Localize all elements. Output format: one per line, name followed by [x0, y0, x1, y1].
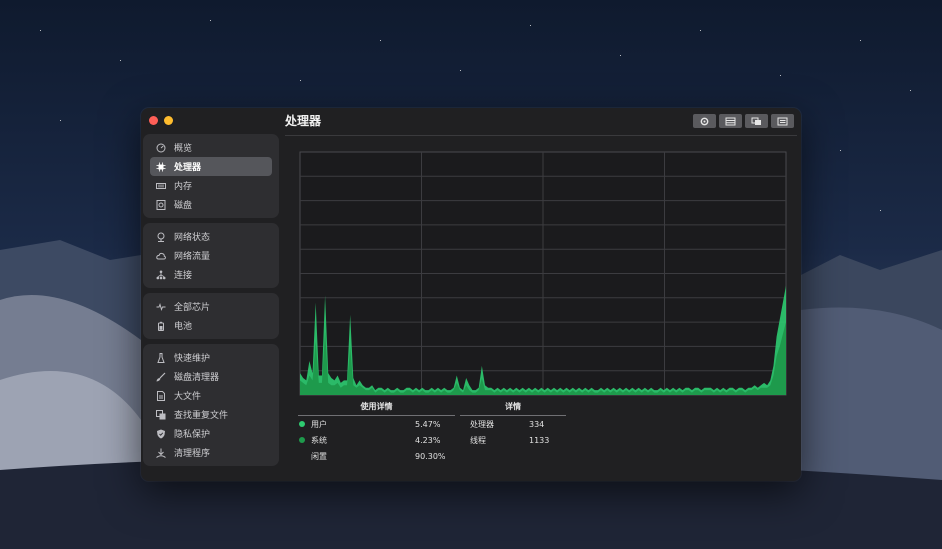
details-value: 334 [529, 419, 545, 429]
minimize-button[interactable] [164, 116, 173, 125]
usage-label: 用户 [311, 419, 327, 429]
broom-icon [156, 352, 166, 363]
page-title: 处理器 [285, 114, 322, 128]
memory-icon [156, 181, 166, 191]
sidebar-item-label: 查找重复文件 [174, 411, 229, 421]
sidebar-group: 全部芯片 电池 [143, 293, 279, 339]
cpu-chart-svg [299, 151, 787, 396]
usage-label: 闲置 [311, 451, 327, 461]
duplicate-icon [156, 409, 166, 420]
calendar-icon [725, 117, 736, 125]
details-title: 详情 [460, 401, 566, 416]
usage-row: 闲置 90.30% [298, 448, 455, 464]
pulse-icon [156, 302, 166, 312]
sidebar-item-label: 网络状态 [174, 233, 211, 243]
sidebar-item-label: 隐私保护 [174, 430, 211, 440]
usage-value: 5.47% [415, 419, 441, 429]
disk-icon [156, 199, 166, 210]
battery-icon [156, 321, 166, 331]
list-button[interactable] [771, 114, 794, 128]
sidebar-group: 快速维护磁盘清理器大文件查找重复文件 隐私保护清理程序 [143, 344, 279, 466]
usage-panel: 使用详情 用户 5.47% 系统 4.23% 闲置 90.30% [298, 401, 455, 464]
file-icon [156, 390, 166, 401]
legend-dot [299, 453, 305, 459]
calendar-button[interactable] [719, 114, 742, 128]
sidebar-item[interactable]: 概览 [150, 138, 272, 157]
legend-dot [299, 421, 305, 427]
shield-icon [156, 429, 166, 439]
close-button[interactable] [149, 116, 158, 125]
settings-icon [700, 117, 709, 125]
sidebar-item-label: 处理器 [174, 163, 202, 173]
sidebar-item[interactable]: 隐私保护 [150, 424, 272, 443]
usage-title: 使用详情 [298, 401, 455, 416]
sidebar-item[interactable]: 连接 [150, 265, 272, 284]
brush-icon [156, 372, 166, 382]
sidebar: 概览处理器内存磁盘网络状态网络流量连接全部芯片电池快速维护磁盘清理器大文件查找重… [143, 134, 279, 471]
sidebar-item[interactable]: 清理程序 [150, 443, 272, 462]
details-row: 线程 1133 [460, 432, 566, 448]
sidebar-item[interactable]: 大文件 [150, 386, 272, 405]
chart-grid [299, 151, 787, 396]
cpu-icon [156, 162, 166, 172]
details-label: 线程 [470, 435, 486, 445]
sidebar-group: 概览 处理器 内存 磁盘 [143, 134, 279, 218]
sidebar-item[interactable]: 磁盘清理器 [150, 367, 272, 386]
sidebar-item[interactable]: 处理器 [150, 157, 272, 176]
header: 处理器 [285, 111, 797, 136]
sidebar-item-label: 磁盘 [174, 201, 193, 211]
sidebar-item[interactable]: 快速维护 [150, 348, 272, 367]
legend-dot [299, 437, 305, 443]
sidebar-item[interactable]: 查找重复文件 [150, 405, 272, 424]
sidebar-item[interactable]: 网络状态 [150, 227, 272, 246]
usage-row: 用户 5.47% [298, 416, 455, 432]
connections-icon [156, 270, 166, 280]
sidebar-item-label: 网络流量 [174, 252, 211, 262]
uninstall-icon [156, 448, 166, 458]
cpu-chart [298, 148, 788, 397]
sidebar-group: 网络状态网络流量连接 [143, 223, 279, 288]
usage-value: 4.23% [415, 435, 441, 445]
sidebar-item-label: 快速维护 [174, 354, 211, 364]
details-label: 处理器 [470, 419, 494, 429]
details-value: 1133 [529, 435, 550, 445]
usage-value: 90.30% [415, 451, 446, 461]
sidebar-item[interactable]: 磁盘 [150, 195, 272, 214]
sidebar-item-label: 概览 [174, 144, 193, 154]
copy-button[interactable] [745, 114, 768, 128]
sidebar-item-label: 磁盘清理器 [174, 373, 220, 383]
details-panel: 详情 处理器 334 线程 1133 [460, 401, 566, 448]
toolbar [693, 114, 794, 128]
traffic-lights [149, 116, 173, 125]
sidebar-item-label: 清理程序 [174, 449, 211, 459]
usage-label: 系统 [311, 435, 327, 445]
settings-button[interactable] [693, 114, 716, 128]
details-row: 处理器 334 [460, 416, 566, 432]
sidebar-item-label: 连接 [174, 271, 193, 281]
sidebar-item[interactable]: 全部芯片 [150, 297, 272, 316]
copy-icon [751, 117, 761, 125]
sidebar-item-label: 大文件 [174, 392, 202, 402]
gauge-icon [156, 143, 166, 153]
sidebar-item-label: 全部芯片 [174, 303, 211, 313]
sidebar-item-label: 内存 [174, 182, 193, 192]
sidebar-item[interactable]: 电池 [150, 316, 272, 335]
sidebar-item[interactable]: 内存 [150, 176, 272, 195]
sidebar-item[interactable]: 网络流量 [150, 246, 272, 265]
sidebar-item-label: 电池 [174, 322, 193, 332]
usage-row: 系统 4.23% [298, 432, 455, 448]
cloud-icon [156, 251, 166, 261]
app-window: 概览 处理器 内存 磁盘 网络状态 网络流量 连接 全部芯片 电池 快速维护 磁盘清理器 大文件 查找重… [141, 108, 801, 481]
list-icon [777, 117, 788, 125]
network-status-icon [156, 232, 166, 242]
